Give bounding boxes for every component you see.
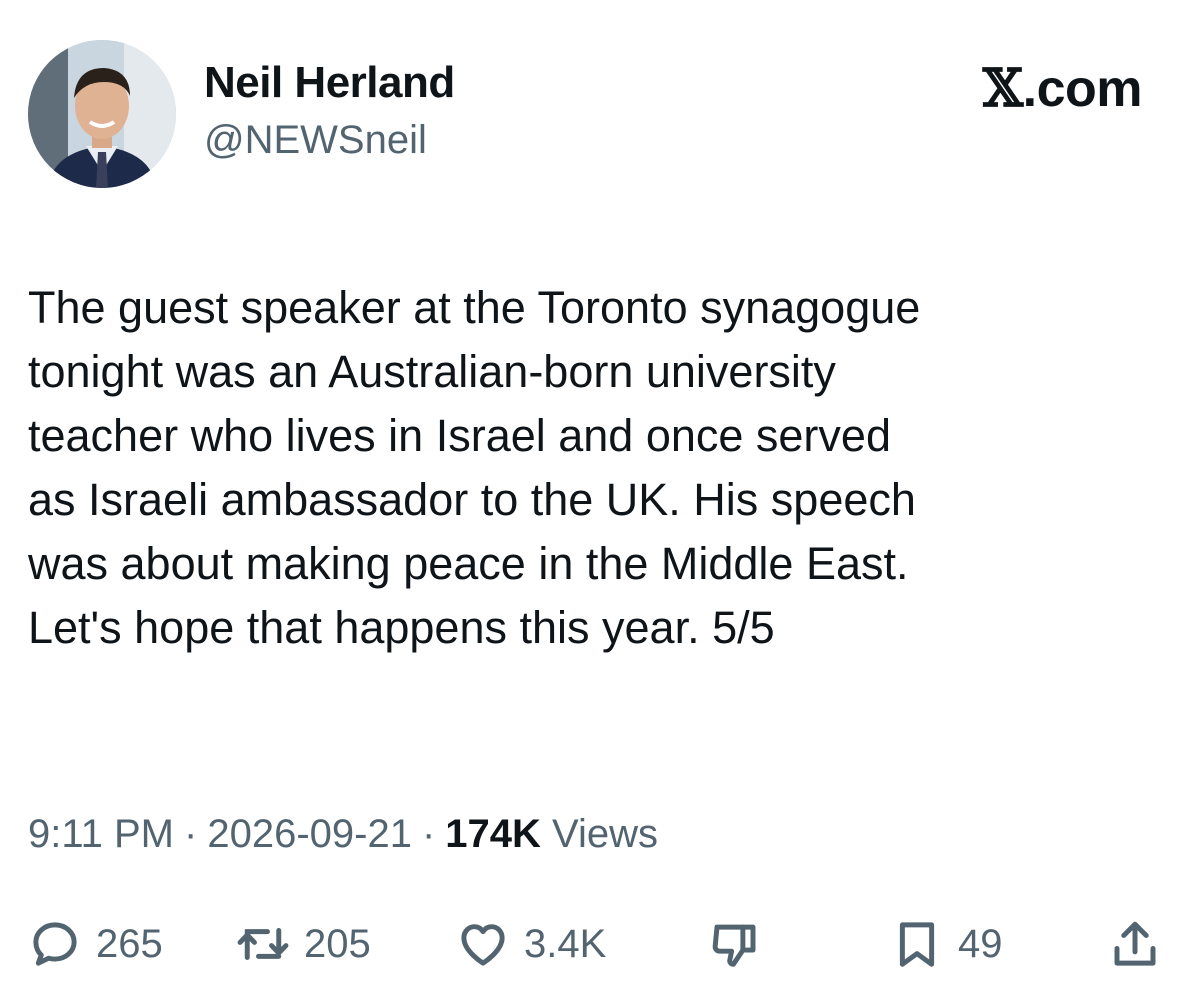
repost-button[interactable]: 205: [236, 912, 371, 976]
reply-button[interactable]: 265: [28, 912, 163, 976]
avatar[interactable]: [28, 40, 176, 188]
brand-suffix: .com: [1022, 60, 1143, 118]
heart-icon: [461, 924, 505, 966]
repost-icon: [237, 928, 289, 960]
display-name[interactable]: Neil Herland: [204, 58, 455, 108]
x-logo-icon: 𝕏: [982, 58, 1023, 119]
dislike-button[interactable]: [708, 912, 762, 976]
meta-separator: ·: [421, 812, 436, 856]
action-bar: 265 205 3.4K 49: [28, 912, 1178, 976]
bookmark-button[interactable]: 49: [890, 912, 1003, 976]
bookmark-icon: [899, 922, 935, 967]
brand-watermark: 𝕏.com: [982, 58, 1143, 119]
reply-icon: [33, 922, 77, 966]
tweet-date[interactable]: 2026-09-21: [207, 812, 412, 856]
tweet-card: Neil Herland @NEWSneil 𝕏.com The guest s…: [0, 0, 1200, 1007]
repost-count: 205: [304, 921, 371, 966]
views-label: Views: [552, 812, 658, 856]
tweet-meta: 9:11 PM · 2026-09-21 · 174K Views: [28, 812, 658, 857]
tweet-time[interactable]: 9:11 PM: [28, 812, 174, 856]
bookmark-count: 49: [958, 921, 1003, 966]
like-button[interactable]: 3.4K: [456, 912, 606, 976]
meta-separator: ·: [184, 812, 198, 856]
reply-count: 265: [96, 921, 163, 966]
thumbs-down-icon: [712, 924, 756, 967]
views-count: 174K: [445, 812, 541, 856]
share-button[interactable]: [1108, 912, 1162, 976]
like-count: 3.4K: [524, 921, 607, 966]
tweet-text: The guest speaker at the Toronto synagog…: [28, 282, 921, 653]
share-icon: [1114, 921, 1156, 966]
user-handle[interactable]: @NEWSneil: [204, 118, 427, 163]
